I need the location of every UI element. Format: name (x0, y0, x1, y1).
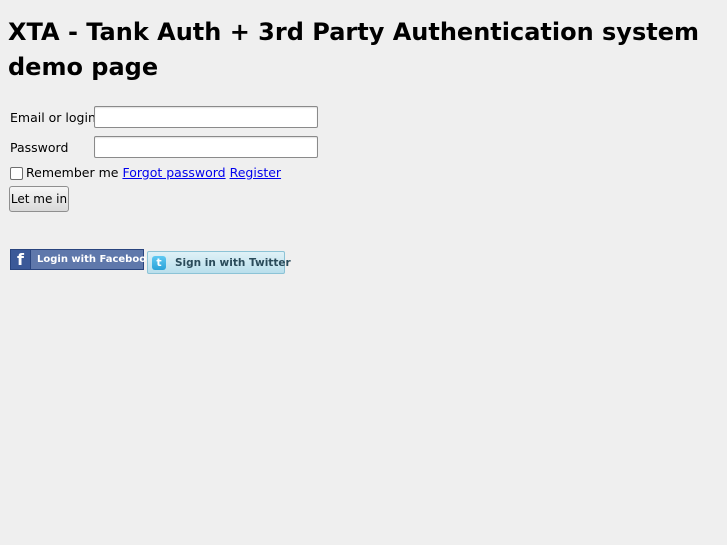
remember-row: Remember me Forgot password Register (10, 165, 281, 181)
register-link[interactable]: Register (230, 165, 281, 181)
facebook-login-label: Login with Facebook (37, 254, 153, 265)
remember-checkbox[interactable] (10, 166, 23, 180)
forgot-password-link[interactable]: Forgot password (122, 165, 225, 181)
remember-label: Remember me (26, 165, 119, 180)
page-title: XTA - Tank Auth + 3rd Party Authenticati… (8, 18, 699, 81)
password-label: Password (10, 140, 69, 155)
twitter-signin-label: Sign in with Twitter (175, 256, 291, 269)
login-input[interactable] (94, 106, 318, 128)
login-label: Email or login (10, 110, 96, 125)
twitter-signin-button[interactable]: t Sign in with Twitter (147, 251, 291, 274)
twitter-t-icon: t (152, 255, 166, 270)
facebook-login-button[interactable]: f Login with Facebook (10, 249, 153, 270)
facebook-f-icon: f (11, 250, 31, 269)
page: XTA - Tank Auth + 3rd Party Authenticati… (0, 0, 727, 545)
let-me-in-button[interactable]: Let me in (9, 186, 69, 212)
password-input[interactable] (94, 136, 318, 158)
